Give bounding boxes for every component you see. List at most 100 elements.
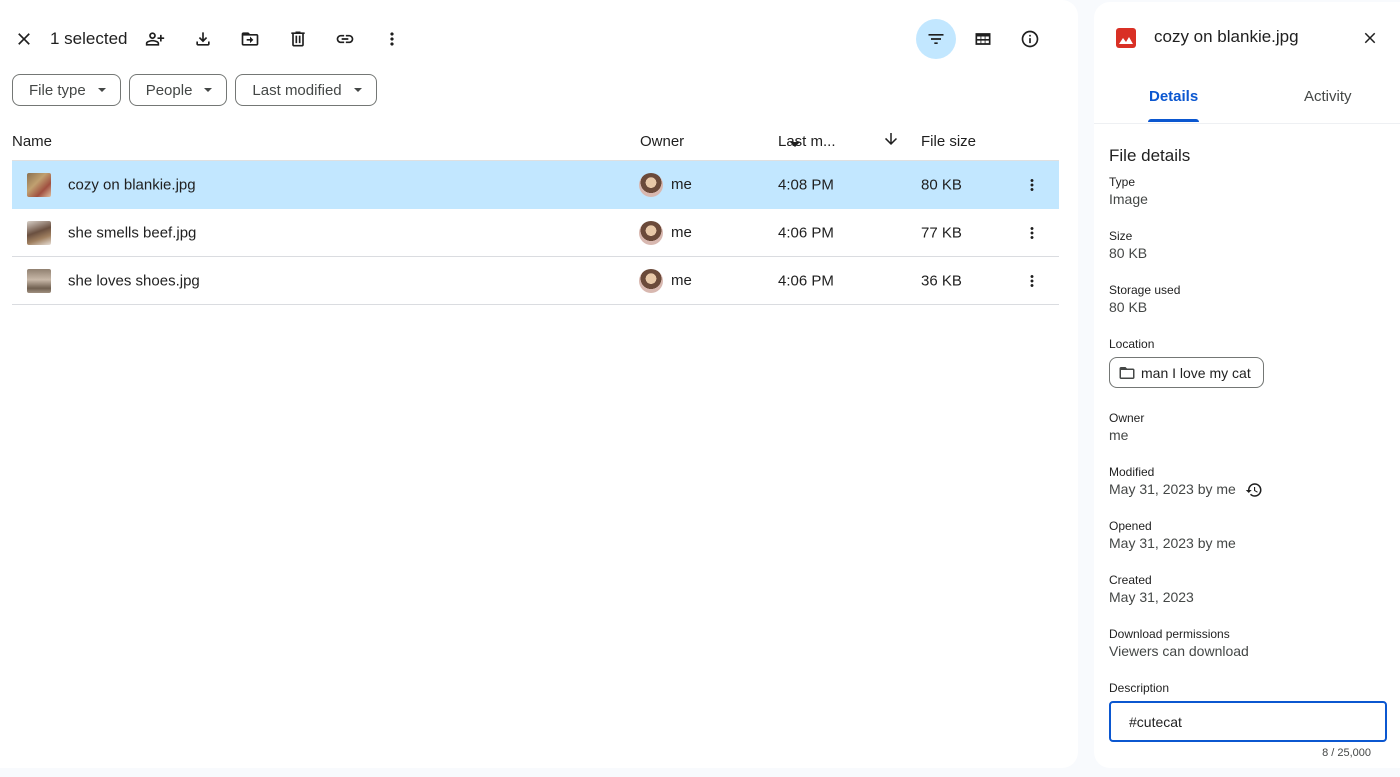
column-header-name[interactable]: Name (12, 133, 52, 150)
move-button[interactable] (230, 18, 270, 60)
grid-view-icon (975, 33, 991, 45)
field-opened: Opened May 31, 2023 by me (1109, 518, 1389, 553)
field-modified: Modified May 31, 2023 by me (1109, 464, 1389, 499)
field-description: Description #cutecat 8 / 25,000 (1109, 680, 1389, 759)
column-header-file-size[interactable]: File size (921, 133, 976, 150)
column-header-last-modified-label: Last m... (778, 133, 836, 150)
image-thumbnail (27, 220, 51, 245)
table-row[interactable]: cozy on blankie.jpg me 4:08 PM 80 KB (12, 161, 1059, 209)
owner-cell: me (639, 172, 692, 197)
last-modified-filter[interactable]: Last modified (235, 74, 377, 106)
column-header-owner[interactable]: Owner (640, 133, 684, 150)
table-row[interactable]: she loves shoes.jpg me 4:06 PM 36 KB (12, 257, 1059, 305)
field-value: May 31, 2023 (1109, 589, 1194, 605)
field-label: Storage used (1109, 283, 1181, 297)
owner-cell: me (639, 220, 692, 245)
close-details-button[interactable] (1356, 24, 1384, 52)
file-list-panel: 1 selected File type People Last modifie… (0, 0, 1078, 768)
last-modified-filter-label: Last modified (252, 81, 342, 99)
file-type-filter-label: File type (29, 81, 86, 99)
version-history-button[interactable] (1245, 481, 1263, 499)
owner-name: me (671, 176, 692, 193)
avatar (639, 172, 663, 197)
grid-view-button[interactable] (963, 18, 1003, 60)
owner-cell: me (639, 268, 692, 293)
sort-direction-button[interactable] (882, 130, 900, 152)
field-size: Size 80 KB (1109, 228, 1389, 263)
file-size: 77 KB (921, 224, 962, 241)
table-row[interactable]: she smells beef.jpg me 4:06 PM 77 KB (12, 209, 1059, 257)
file-size: 80 KB (921, 176, 962, 193)
folder-icon (1119, 366, 1135, 379)
more-actions-button[interactable] (372, 18, 412, 60)
file-size: 36 KB (921, 272, 962, 289)
row-more-actions-button[interactable] (1020, 269, 1044, 293)
more-vert-icon (1030, 178, 1034, 191)
owner-name: me (671, 272, 692, 289)
people-filter-label: People (145, 81, 193, 99)
field-value: me (1109, 427, 1129, 443)
field-value: Viewers can download (1109, 643, 1249, 659)
field-download-permissions: Download permissions Viewers can downloa… (1109, 626, 1389, 661)
field-label: Size (1109, 229, 1133, 243)
close-icon (1364, 32, 1376, 44)
last-modified: 4:06 PM (778, 272, 834, 289)
column-header-last-modified[interactable]: Last m... (778, 133, 836, 150)
dropdown-arrow-icon (353, 88, 362, 92)
dropdown-arrow-icon (790, 142, 800, 147)
field-label: Owner (1109, 411, 1145, 425)
field-label: Created (1109, 573, 1152, 587)
file-name: she loves shoes.jpg (68, 272, 200, 289)
arrow-down-icon (885, 133, 897, 145)
filter-icon (928, 34, 944, 44)
section-title: File details (1109, 146, 1191, 165)
copy-link-button[interactable] (325, 18, 365, 60)
last-modified: 4:06 PM (778, 224, 834, 241)
people-filter[interactable]: People (128, 74, 228, 106)
details-panel: cozy on blankie.jpg Details Activity Fil… (1094, 2, 1400, 768)
field-label: Description (1109, 681, 1170, 695)
view-details-button[interactable] (1010, 18, 1050, 60)
trash-icon (291, 31, 305, 47)
clear-selection-button[interactable] (4, 18, 44, 60)
field-created: Created May 31, 2023 (1109, 572, 1389, 607)
download-button[interactable] (183, 18, 223, 60)
filter-button[interactable] (916, 19, 956, 59)
location-chip[interactable]: man I love my cat (1109, 357, 1264, 388)
share-icon (145, 32, 165, 46)
move-icon (241, 32, 259, 46)
image-thumbnail (27, 172, 51, 197)
field-storage-used: Storage used 80 KB (1109, 282, 1389, 317)
file-type-filter[interactable]: File type (12, 74, 121, 106)
field-label: Modified (1109, 465, 1155, 479)
tab-activity[interactable]: Activity (1304, 88, 1352, 105)
field-label: Location (1109, 337, 1155, 351)
more-vert-icon (390, 32, 394, 46)
row-more-actions-button[interactable] (1020, 173, 1044, 197)
field-label: Type (1109, 175, 1136, 189)
details-body: File details Type Image Size 80 KB Stora… (1109, 146, 1389, 768)
tab-details[interactable]: Details (1147, 88, 1200, 122)
field-label: Download permissions (1109, 627, 1230, 641)
filter-chips: File type People Last modified (12, 74, 377, 106)
field-type: Type Image (1109, 174, 1389, 209)
dropdown-arrow-icon (97, 88, 106, 92)
field-value: May 31, 2023 by me (1109, 481, 1236, 497)
info-icon (1021, 30, 1039, 48)
owner-name: me (671, 224, 692, 241)
row-more-actions-button[interactable] (1020, 221, 1044, 245)
field-owner: Owner me (1109, 410, 1389, 445)
image-file-icon (1116, 28, 1136, 48)
file-name: cozy on blankie.jpg (68, 176, 196, 193)
table-header: Name Owner Last m... File size (12, 124, 1059, 161)
download-icon (196, 32, 210, 46)
share-button[interactable] (135, 18, 175, 60)
field-value-row: May 31, 2023 by me (1109, 480, 1389, 499)
file-table: Name Owner Last m... File size cozy on b… (12, 124, 1059, 305)
delete-button[interactable] (278, 18, 318, 60)
field-value: May 31, 2023 by me (1109, 535, 1236, 551)
field-location: Location man I love my cat (1109, 336, 1389, 388)
image-thumbnail (27, 268, 51, 293)
details-header: cozy on blankie.jpg (1094, 2, 1400, 72)
description-input[interactable]: #cutecat (1109, 701, 1387, 742)
